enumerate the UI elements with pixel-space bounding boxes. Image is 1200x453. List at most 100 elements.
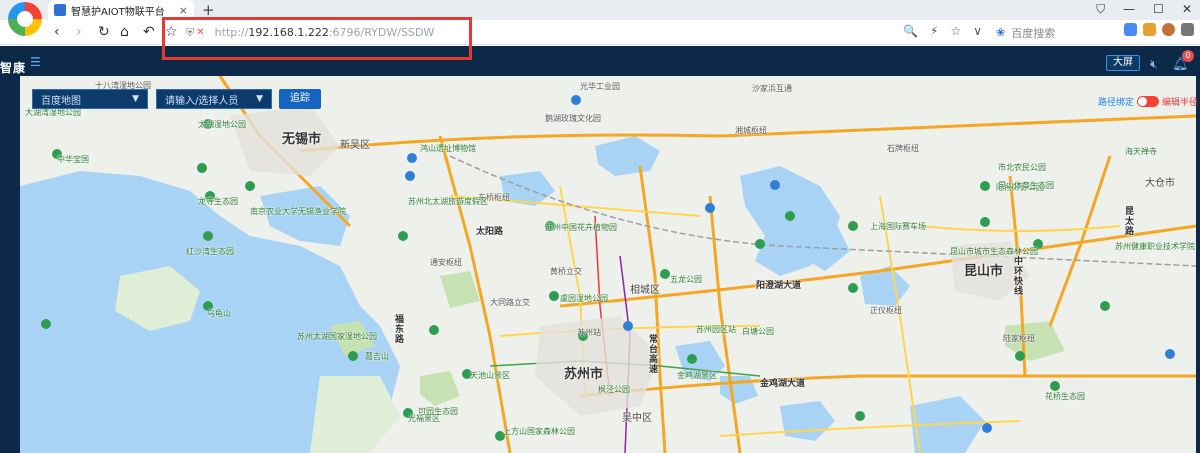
map-label-poi-21: 枫泾公园 bbox=[598, 385, 630, 394]
extension-icons bbox=[1124, 23, 1194, 36]
reload-button[interactable]: ↻ bbox=[98, 24, 110, 40]
map-label-taicang: 大仓市 bbox=[1145, 178, 1175, 189]
close-window-button[interactable]: ✕ bbox=[1182, 2, 1192, 17]
map-label-poi-42: 市北农民公园 bbox=[998, 163, 1046, 172]
map-label-poi-41: 海天禅寺 bbox=[1125, 147, 1157, 156]
person-select[interactable]: 请输入/选择人员 ▼ bbox=[156, 89, 272, 109]
chevron-down-icon: ▼ bbox=[132, 94, 139, 104]
road-d bbox=[879, 195, 921, 453]
map-label-poi-7: 龙寺生态园 bbox=[198, 197, 238, 206]
map-label-huangqiao-interchange: 黄桥立交 bbox=[550, 267, 582, 276]
notification-badge: 0 bbox=[1182, 50, 1194, 62]
map-label-wuzhong: 吴中区 bbox=[622, 413, 652, 424]
favorite-star-icon[interactable]: ☆ bbox=[165, 24, 178, 40]
map-label-poi-44: 昆山体育生态园 bbox=[998, 181, 1054, 190]
browser-tab[interactable]: 智慧护AIOT物联平台 × bbox=[48, 0, 194, 20]
yin-shan-lake bbox=[595, 136, 660, 176]
map-label-poi-45: 上海国际赛车场 bbox=[870, 222, 926, 231]
tab-close-icon[interactable]: × bbox=[179, 4, 188, 17]
window-controls: ⛉ — ☐ ✕ bbox=[1096, 2, 1192, 17]
app-header: 智康 ☰ 大屏 🔇︎ 🔔︎ 0 bbox=[0, 46, 1200, 76]
route-toggle-group: 路径绑定 编辑半径 bbox=[1098, 95, 1198, 108]
browser-logo-icon[interactable] bbox=[8, 2, 42, 36]
map-type-select[interactable]: 百度地图 ▼ bbox=[32, 89, 148, 109]
map-label-zhengyi-hub: 正仪枢纽 bbox=[870, 306, 902, 315]
search-placeholder: 百度搜索 bbox=[1011, 26, 1056, 40]
map-label-poi-17: 五龙公园 bbox=[670, 275, 702, 284]
scissors-icon[interactable] bbox=[1181, 23, 1194, 36]
address-bar[interactable]: ⛨ ✕ http://192.168.1.222:6796/RYDW/SSDW … bbox=[186, 23, 982, 42]
highway-jinjihu-ave bbox=[579, 374, 1196, 398]
map-label-datong-interchange: 大同路立交 bbox=[490, 298, 530, 307]
person-select-placeholder: 请输入/选择人员 bbox=[165, 95, 239, 107]
avatar-extension-icon[interactable] bbox=[1162, 23, 1175, 36]
map-label-poi-22: 天池山景区 bbox=[470, 371, 510, 380]
map-label-poi-4: 鸿山遗址博物馆 bbox=[420, 144, 476, 153]
road-f bbox=[919, 225, 1121, 232]
map-label-kunshan: 昆山市 bbox=[964, 264, 1004, 279]
undo-button[interactable]: ↶ bbox=[143, 24, 155, 40]
browser-navbar: ‹ › ↻ ⌂ ↶ ☆ ⛨ ✕ http://192.168.1.222:679… bbox=[0, 20, 1200, 45]
tab-title: 智慧护AIOT物联平台 bbox=[71, 6, 165, 18]
map-label-jinjihu-ave: 金鸡湖大道 bbox=[760, 379, 806, 389]
address-url[interactable]: http://192.168.1.222:6796/RYDW/SSDW bbox=[215, 26, 435, 39]
map-label-poi-46: 昆山市城市生态森林公园 bbox=[950, 247, 1038, 256]
browser-tabstrip: 智慧护AIOT物联平台 × + ⛉ — ☐ ✕ bbox=[0, 0, 1200, 20]
map-canvas[interactable]: 无锡市 苏州市 昆山市 新吴区 相城区 吴中区 太阳路 阳澄湖大道 金鸡湖大道 … bbox=[20, 76, 1196, 453]
forward-button[interactable]: › bbox=[76, 24, 82, 40]
tab-favicon-icon bbox=[54, 4, 66, 16]
route-toggle-switch[interactable] bbox=[1137, 96, 1160, 107]
sound-off-icon[interactable]: 🔇︎ bbox=[1150, 57, 1158, 72]
map-label-poi-26: 上方山国家森林公园 bbox=[503, 427, 575, 436]
chevron-down-icon: ▼ bbox=[256, 94, 263, 104]
map-label-lujia-hub: 陆家枢纽 bbox=[1003, 334, 1035, 343]
zoom-icon[interactable]: 🔍 bbox=[903, 24, 918, 38]
address-tools: 🔍 ⚡ ☆ ∨ bbox=[903, 24, 982, 38]
lightning-icon[interactable]: ⚡ bbox=[930, 24, 938, 38]
map-label-xiangcheng: 相城区 bbox=[630, 285, 660, 296]
map-label-poi-15: 苏州中国花卉植物园 bbox=[545, 223, 617, 232]
bigscreen-button[interactable]: 大屏 bbox=[1106, 55, 1140, 71]
map-label-poi-16: 虞园湿地公园 bbox=[560, 294, 608, 303]
map-label-poi-8: 南京农业大学无锡渔业学院 bbox=[250, 207, 346, 216]
map-label-poi-12: 乌龟山 bbox=[207, 309, 231, 318]
map-label-suzhou: 苏州市 bbox=[564, 367, 604, 382]
map-type-value: 百度地图 bbox=[41, 95, 81, 107]
app-brand: 智康 bbox=[0, 61, 27, 75]
map-label-poi-5: 太湖湿地公园 bbox=[198, 120, 246, 129]
map-label-poi-10: 苏州北太湖旅游度假区 bbox=[408, 197, 488, 206]
map-label-changtai-expressway: 常台高速 bbox=[647, 334, 657, 374]
map-label-fudong-road: 福东路 bbox=[393, 314, 403, 344]
back-button[interactable]: ‹ bbox=[54, 24, 60, 40]
minimize-button[interactable]: — bbox=[1123, 2, 1135, 17]
green-park-2 bbox=[440, 271, 480, 308]
track-button[interactable]: 追踪 bbox=[279, 89, 321, 109]
shield-icon: ⛨ bbox=[186, 25, 195, 39]
map-label-ehu-rose-park: 鹅湖玫瑰文化园 bbox=[545, 114, 601, 123]
map-label-taiyang-road: 太阳路 bbox=[476, 227, 504, 237]
cheng-lake bbox=[780, 401, 835, 441]
map-label-guanghua-park: 光华工业园 bbox=[580, 82, 620, 91]
dropdown-chevron-icon[interactable]: ∨ bbox=[973, 24, 982, 38]
new-tab-button[interactable]: + bbox=[202, 1, 215, 19]
map-label-zhonghuan-expressway: 中环快线 bbox=[1012, 256, 1022, 296]
windows-extension-icon[interactable] bbox=[1124, 23, 1137, 36]
left-sidebar bbox=[0, 76, 20, 453]
home-button[interactable]: ⌂ bbox=[120, 24, 129, 40]
map-label-poi-14: 葛吉山 bbox=[365, 352, 389, 361]
map-label-poi-11: 红沙湾生态园 bbox=[186, 247, 234, 256]
insecure-lock-icon[interactable]: ✕ bbox=[196, 27, 204, 38]
map-label-poi-29: 花桥生态园 bbox=[1045, 392, 1085, 401]
edit-radius-label: 编辑半径 bbox=[1162, 98, 1199, 108]
map-label-yangchenghu-ave: 阳澄湖大道 bbox=[756, 281, 802, 291]
map-label-poi-20: 金鸡湖景区 bbox=[677, 371, 717, 380]
map-label-wuxi: 无锡市 bbox=[282, 132, 322, 147]
bookmark-star-icon[interactable]: ☆ bbox=[950, 24, 961, 38]
search-box[interactable]: ❀ 百度搜索 bbox=[996, 23, 1120, 42]
baidu-paw-icon: ❀ bbox=[996, 26, 1006, 39]
maximize-button[interactable]: ☐ bbox=[1153, 2, 1164, 17]
game-extension-icon[interactable] bbox=[1143, 23, 1156, 36]
pin-icon[interactable]: ⛉ bbox=[1096, 2, 1105, 17]
menu-toggle-icon[interactable]: ☰ bbox=[30, 55, 41, 69]
route-binding-label: 路径绑定 bbox=[1098, 98, 1135, 108]
